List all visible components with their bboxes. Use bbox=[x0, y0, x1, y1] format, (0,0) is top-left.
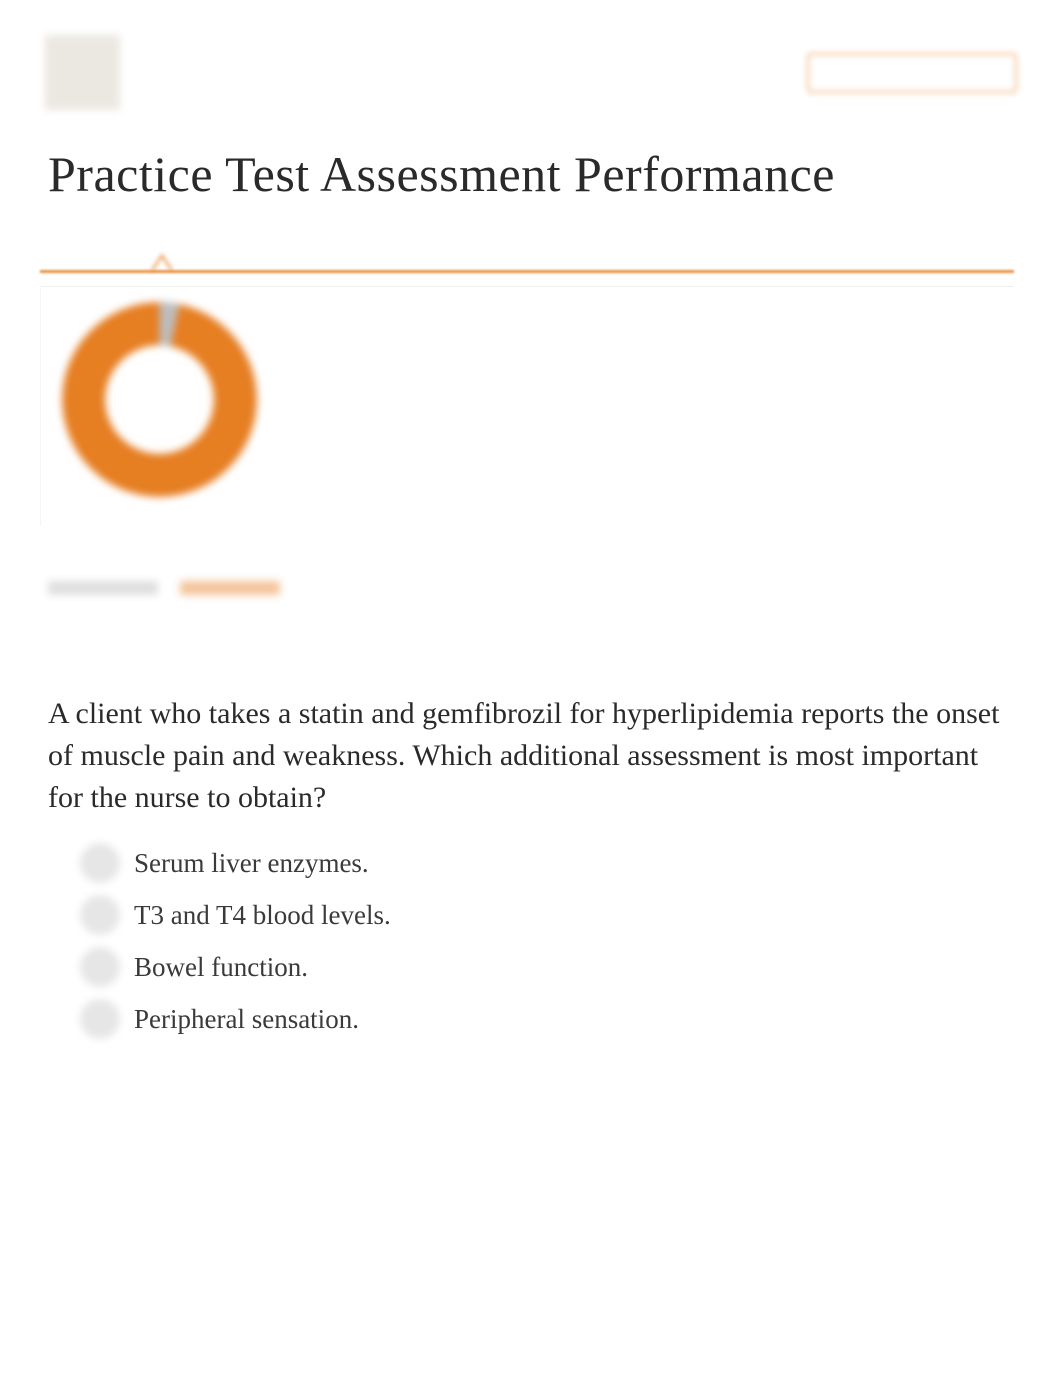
slider-track-line bbox=[40, 270, 1014, 273]
answer-label: Bowel function. bbox=[134, 952, 308, 983]
answer-label: Serum liver enzymes. bbox=[134, 848, 369, 879]
answer-label: Peripheral sensation. bbox=[134, 1004, 359, 1035]
answer-option[interactable]: Bowel function. bbox=[80, 947, 1014, 987]
performance-panel bbox=[40, 248, 1014, 526]
radio-icon[interactable] bbox=[80, 843, 120, 883]
tab-item[interactable] bbox=[48, 581, 158, 595]
answer-option[interactable]: Peripheral sensation. bbox=[80, 999, 1014, 1039]
header-action-button[interactable] bbox=[807, 53, 1017, 93]
radio-icon[interactable] bbox=[80, 947, 120, 987]
donut-chart bbox=[56, 297, 261, 502]
answer-label: T3 and T4 blood levels. bbox=[134, 900, 391, 931]
performance-slider bbox=[40, 248, 1014, 278]
header bbox=[0, 0, 1062, 130]
radio-icon[interactable] bbox=[80, 895, 120, 935]
answer-list: Serum liver enzymes. T3 and T4 blood lev… bbox=[80, 843, 1014, 1039]
tab-item-active[interactable] bbox=[180, 581, 280, 595]
page-title: Practice Test Assessment Performance bbox=[0, 130, 1062, 228]
answer-option[interactable]: T3 and T4 blood levels. bbox=[80, 895, 1014, 935]
answer-option[interactable]: Serum liver enzymes. bbox=[80, 843, 1014, 883]
question-block: A client who takes a statin and gemfibro… bbox=[48, 693, 1014, 1039]
tabs-bar bbox=[48, 581, 1014, 603]
donut-chart-container bbox=[40, 286, 1014, 526]
slider-marker-icon bbox=[147, 248, 177, 278]
question-text: A client who takes a statin and gemfibro… bbox=[48, 693, 1014, 819]
brand-logo bbox=[45, 35, 120, 110]
radio-icon[interactable] bbox=[80, 999, 120, 1039]
